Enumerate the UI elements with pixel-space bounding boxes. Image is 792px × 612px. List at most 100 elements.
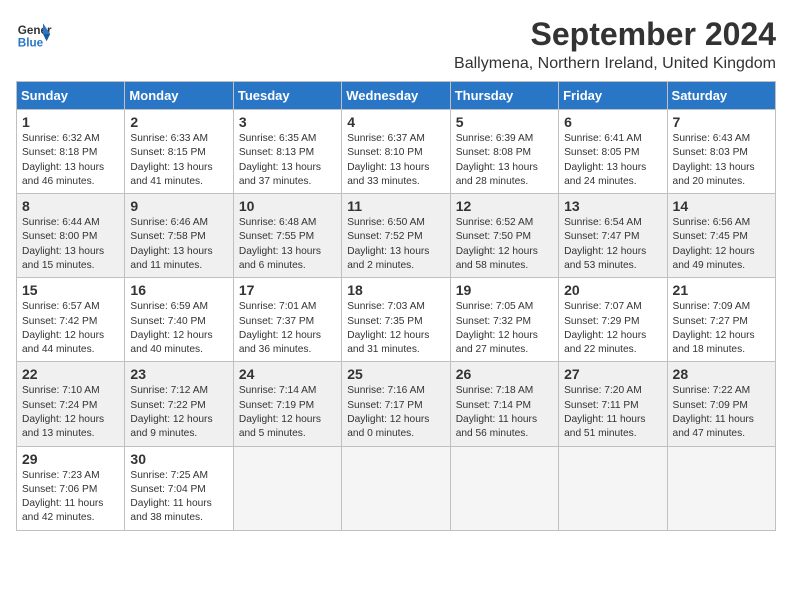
day-detail: Sunrise: 7:03 AMSunset: 7:35 PMDaylight:… [347, 300, 444, 357]
day-detail: Sunrise: 7:22 AMSunset: 7:09 PMDaylight:… [673, 384, 770, 441]
day-detail: Sunrise: 7:12 AMSunset: 7:22 PMDaylight:… [130, 384, 227, 441]
day-detail: Sunrise: 6:43 AMSunset: 8:03 PMDaylight:… [673, 132, 770, 189]
calendar-cell: 1 Sunrise: 6:32 AMSunset: 8:18 PMDayligh… [17, 110, 125, 194]
location-title: Ballymena, Northern Ireland, United King… [454, 55, 776, 73]
day-number: 4 [347, 114, 444, 130]
calendar-cell: 19 Sunrise: 7:05 AMSunset: 7:32 PMDaylig… [450, 278, 558, 362]
col-friday: Friday [559, 82, 667, 110]
day-detail: Sunrise: 6:59 AMSunset: 7:40 PMDaylight:… [130, 300, 227, 357]
calendar-cell: 18 Sunrise: 7:03 AMSunset: 7:35 PMDaylig… [342, 278, 450, 362]
day-number: 29 [22, 451, 119, 467]
day-detail: Sunrise: 7:07 AMSunset: 7:29 PMDaylight:… [564, 300, 661, 357]
calendar-cell: 21 Sunrise: 7:09 AMSunset: 7:27 PMDaylig… [667, 278, 775, 362]
calendar-cell: 4 Sunrise: 6:37 AMSunset: 8:10 PMDayligh… [342, 110, 450, 194]
day-detail: Sunrise: 7:10 AMSunset: 7:24 PMDaylight:… [22, 384, 119, 441]
col-thursday: Thursday [450, 82, 558, 110]
calendar-cell [233, 446, 341, 530]
day-number: 17 [239, 282, 336, 298]
calendar-cell: 9 Sunrise: 6:46 AMSunset: 7:58 PMDayligh… [125, 194, 233, 278]
day-detail: Sunrise: 6:52 AMSunset: 7:50 PMDaylight:… [456, 216, 553, 273]
logo-icon: General Blue [16, 16, 52, 52]
calendar-cell: 3 Sunrise: 6:35 AMSunset: 8:13 PMDayligh… [233, 110, 341, 194]
calendar-cell: 28 Sunrise: 7:22 AMSunset: 7:09 PMDaylig… [667, 362, 775, 446]
day-number: 10 [239, 198, 336, 214]
day-number: 30 [130, 451, 227, 467]
day-detail: Sunrise: 7:18 AMSunset: 7:14 PMDaylight:… [456, 384, 553, 441]
col-tuesday: Tuesday [233, 82, 341, 110]
calendar-cell: 29 Sunrise: 7:23 AMSunset: 7:06 PMDaylig… [17, 446, 125, 530]
day-detail: Sunrise: 6:39 AMSunset: 8:08 PMDaylight:… [456, 132, 553, 189]
table-row: 29 Sunrise: 7:23 AMSunset: 7:06 PMDaylig… [17, 446, 776, 530]
calendar-cell: 8 Sunrise: 6:44 AMSunset: 8:00 PMDayligh… [17, 194, 125, 278]
calendar-cell: 23 Sunrise: 7:12 AMSunset: 7:22 PMDaylig… [125, 362, 233, 446]
day-number: 1 [22, 114, 119, 130]
calendar-cell [342, 446, 450, 530]
day-detail: Sunrise: 6:37 AMSunset: 8:10 PMDaylight:… [347, 132, 444, 189]
calendar-cell: 24 Sunrise: 7:14 AMSunset: 7:19 PMDaylig… [233, 362, 341, 446]
day-detail: Sunrise: 6:35 AMSunset: 8:13 PMDaylight:… [239, 132, 336, 189]
day-number: 2 [130, 114, 227, 130]
day-number: 15 [22, 282, 119, 298]
day-number: 7 [673, 114, 770, 130]
calendar-cell: 2 Sunrise: 6:33 AMSunset: 8:15 PMDayligh… [125, 110, 233, 194]
day-detail: Sunrise: 7:20 AMSunset: 7:11 PMDaylight:… [564, 384, 661, 441]
day-number: 6 [564, 114, 661, 130]
calendar-cell: 5 Sunrise: 6:39 AMSunset: 8:08 PMDayligh… [450, 110, 558, 194]
calendar-cell: 22 Sunrise: 7:10 AMSunset: 7:24 PMDaylig… [17, 362, 125, 446]
col-wednesday: Wednesday [342, 82, 450, 110]
day-detail: Sunrise: 7:14 AMSunset: 7:19 PMDaylight:… [239, 384, 336, 441]
day-number: 22 [22, 366, 119, 382]
table-row: 8 Sunrise: 6:44 AMSunset: 8:00 PMDayligh… [17, 194, 776, 278]
table-row: 22 Sunrise: 7:10 AMSunset: 7:24 PMDaylig… [17, 362, 776, 446]
calendar-cell: 11 Sunrise: 6:50 AMSunset: 7:52 PMDaylig… [342, 194, 450, 278]
day-detail: Sunrise: 6:46 AMSunset: 7:58 PMDaylight:… [130, 216, 227, 273]
calendar-cell: 17 Sunrise: 7:01 AMSunset: 7:37 PMDaylig… [233, 278, 341, 362]
calendar-cell [667, 446, 775, 530]
day-number: 3 [239, 114, 336, 130]
title-area: September 2024 Ballymena, Northern Irela… [454, 16, 776, 73]
logo: General Blue [16, 16, 52, 52]
day-number: 9 [130, 198, 227, 214]
calendar-cell: 14 Sunrise: 6:56 AMSunset: 7:45 PMDaylig… [667, 194, 775, 278]
day-number: 11 [347, 198, 444, 214]
calendar-cell: 26 Sunrise: 7:18 AMSunset: 7:14 PMDaylig… [450, 362, 558, 446]
calendar-cell: 16 Sunrise: 6:59 AMSunset: 7:40 PMDaylig… [125, 278, 233, 362]
calendar-cell [450, 446, 558, 530]
day-number: 25 [347, 366, 444, 382]
day-detail: Sunrise: 7:25 AMSunset: 7:04 PMDaylight:… [130, 469, 227, 526]
day-number: 21 [673, 282, 770, 298]
calendar-cell: 6 Sunrise: 6:41 AMSunset: 8:05 PMDayligh… [559, 110, 667, 194]
day-number: 23 [130, 366, 227, 382]
day-number: 13 [564, 198, 661, 214]
day-number: 28 [673, 366, 770, 382]
day-number: 12 [456, 198, 553, 214]
table-row: 15 Sunrise: 6:57 AMSunset: 7:42 PMDaylig… [17, 278, 776, 362]
day-detail: Sunrise: 6:41 AMSunset: 8:05 PMDaylight:… [564, 132, 661, 189]
day-detail: Sunrise: 7:16 AMSunset: 7:17 PMDaylight:… [347, 384, 444, 441]
header-row: Sunday Monday Tuesday Wednesday Thursday… [17, 82, 776, 110]
day-number: 14 [673, 198, 770, 214]
day-detail: Sunrise: 6:56 AMSunset: 7:45 PMDaylight:… [673, 216, 770, 273]
table-row: 1 Sunrise: 6:32 AMSunset: 8:18 PMDayligh… [17, 110, 776, 194]
day-number: 18 [347, 282, 444, 298]
calendar-cell: 30 Sunrise: 7:25 AMSunset: 7:04 PMDaylig… [125, 446, 233, 530]
day-detail: Sunrise: 6:57 AMSunset: 7:42 PMDaylight:… [22, 300, 119, 357]
calendar-table: Sunday Monday Tuesday Wednesday Thursday… [16, 81, 776, 531]
day-detail: Sunrise: 6:33 AMSunset: 8:15 PMDaylight:… [130, 132, 227, 189]
col-sunday: Sunday [17, 82, 125, 110]
day-number: 8 [22, 198, 119, 214]
calendar-cell: 10 Sunrise: 6:48 AMSunset: 7:55 PMDaylig… [233, 194, 341, 278]
calendar-cell: 13 Sunrise: 6:54 AMSunset: 7:47 PMDaylig… [559, 194, 667, 278]
calendar-cell [559, 446, 667, 530]
day-number: 19 [456, 282, 553, 298]
col-saturday: Saturday [667, 82, 775, 110]
svg-text:Blue: Blue [18, 37, 44, 50]
month-title: September 2024 [454, 16, 776, 53]
day-detail: Sunrise: 6:50 AMSunset: 7:52 PMDaylight:… [347, 216, 444, 273]
calendar-cell: 7 Sunrise: 6:43 AMSunset: 8:03 PMDayligh… [667, 110, 775, 194]
day-detail: Sunrise: 7:09 AMSunset: 7:27 PMDaylight:… [673, 300, 770, 357]
day-number: 16 [130, 282, 227, 298]
calendar-cell: 27 Sunrise: 7:20 AMSunset: 7:11 PMDaylig… [559, 362, 667, 446]
day-number: 26 [456, 366, 553, 382]
header: General Blue September 2024 Ballymena, N… [16, 16, 776, 73]
